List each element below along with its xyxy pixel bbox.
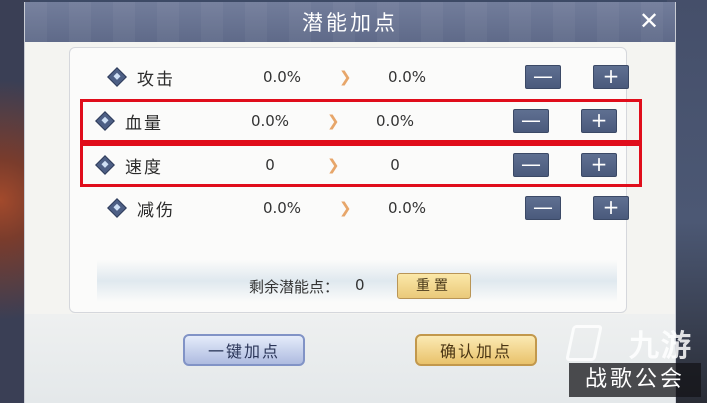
plus-button[interactable]: + [593, 196, 629, 220]
reset-button[interactable]: 重置 [397, 273, 471, 299]
arrow-right-icon: ❯ [339, 68, 352, 86]
arrow-right-icon: ❯ [327, 112, 340, 130]
watermark-logo-icon [565, 325, 603, 361]
attribute-row-attack: 攻击 0.0% ❯ 0.0% — + [37, 57, 629, 97]
attribute-label: 攻击 [137, 69, 175, 90]
current-value: 0 [265, 156, 275, 174]
watermark: 九游 战歌公会 [565, 321, 701, 397]
dialog-title: 潜能加点 [302, 11, 398, 35]
close-button[interactable]: ✕ [635, 7, 663, 35]
one-click-allocate-button[interactable]: 一键加点 [183, 334, 305, 366]
current-value: 0.0% [250, 112, 290, 130]
remaining-points-value: 0 [355, 276, 365, 294]
confirm-allocate-button[interactable]: 确认加点 [415, 334, 537, 366]
next-value: 0 [390, 156, 400, 174]
close-icon: ✕ [638, 7, 660, 35]
watermark-bottom-text: 战歌公会 [569, 363, 701, 397]
diamond-icon [107, 198, 127, 218]
title-bar: 潜能加点 [25, 2, 675, 42]
attribute-row-damage-reduction: 减伤 0.0% ❯ 0.0% — + [37, 188, 629, 228]
attribute-row-speed: 速度 0 ❯ 0 — + [80, 143, 642, 187]
attribute-label: 速度 [125, 157, 163, 178]
next-value: 0.0% [387, 68, 427, 86]
diamond-icon [107, 67, 127, 87]
plus-button[interactable]: + [593, 65, 629, 89]
attribute-label: 减伤 [137, 200, 175, 221]
plus-button[interactable]: + [581, 109, 617, 133]
current-value: 0.0% [262, 199, 302, 217]
minus-button[interactable]: — [525, 196, 561, 220]
current-value: 0.0% [262, 68, 302, 86]
attribute-label: 血量 [125, 113, 163, 134]
next-value: 0.0% [375, 112, 415, 130]
minus-button[interactable]: — [513, 153, 549, 177]
minus-button[interactable]: — [525, 65, 561, 89]
attribute-row-hp: 血量 0.0% ❯ 0.0% — + [80, 99, 642, 143]
arrow-right-icon: ❯ [339, 199, 352, 217]
plus-button[interactable]: + [581, 153, 617, 177]
diamond-icon [95, 155, 115, 175]
arrow-right-icon: ❯ [327, 156, 340, 174]
watermark-top-text: 九游 [629, 329, 693, 364]
remaining-points-label: 剩余潜能点： [249, 278, 340, 296]
next-value: 0.0% [387, 199, 427, 217]
diamond-icon [95, 111, 115, 131]
minus-button[interactable]: — [513, 109, 549, 133]
